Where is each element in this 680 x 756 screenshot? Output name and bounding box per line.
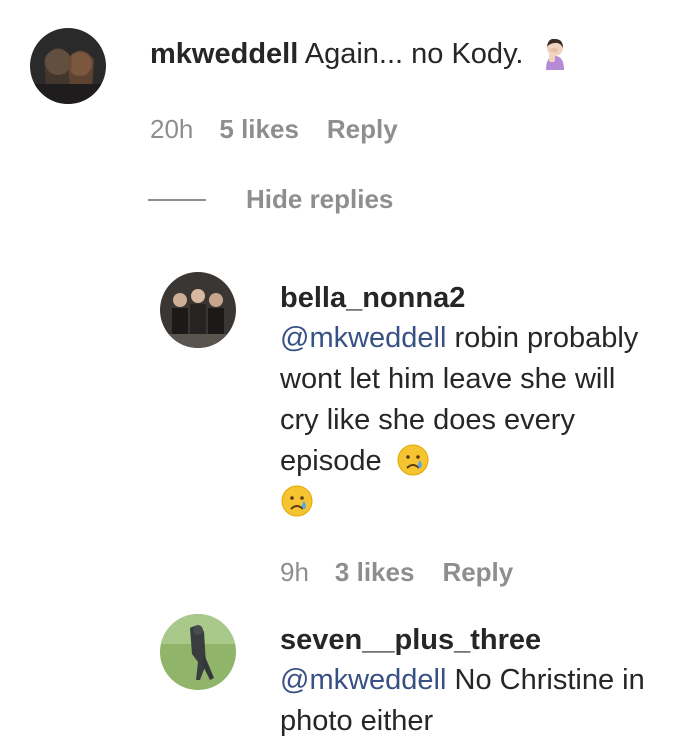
reply-text: @mkweddell No Christine in photo either [280,660,660,742]
crying-face-icon [396,443,430,477]
comment-likes[interactable]: 5 likes [219,114,299,145]
comment-body: Again... no Kody. [304,38,524,70]
mention-link[interactable]: @mkweddell [280,322,446,354]
avatar[interactable] [160,272,236,348]
crying-face-icon [280,484,314,518]
reply-likes[interactable]: 3 likes [335,557,415,588]
reply-comment: seven__plus_three @mkweddell No Christin… [160,614,660,742]
avatar[interactable] [30,28,106,104]
hide-replies-label: Hide replies [246,184,394,214]
mention-link[interactable]: @mkweddell [280,664,446,696]
comment-timestamp: 20h [150,114,194,144]
reply-button[interactable]: Reply [442,557,513,588]
divider-line [148,198,206,201]
reply-username[interactable]: bella_nonna2 [280,278,660,318]
avatar[interactable] [160,614,236,690]
comment: mkweddell Again... no Kody. 20h 5 likes … [30,28,572,145]
comment-username[interactable]: mkweddell [150,38,298,70]
woman-facepalming-icon [538,36,572,70]
reply-meta: 9h 3 likes Reply [280,557,660,588]
reply-text: @mkweddell robin probably wont let him l… [280,318,660,523]
reply-timestamp: 9h [280,557,309,587]
reply-comment: bella_nonna2 @mkweddell robin probably w… [160,272,660,588]
comment-text: mkweddell Again... no Kody. [150,34,572,74]
reply-username[interactable]: seven__plus_three [280,620,660,660]
reply-button[interactable]: Reply [327,114,398,145]
hide-replies-button[interactable]: Hide replies [148,184,393,215]
comment-meta: 20h 5 likes Reply [150,114,572,145]
